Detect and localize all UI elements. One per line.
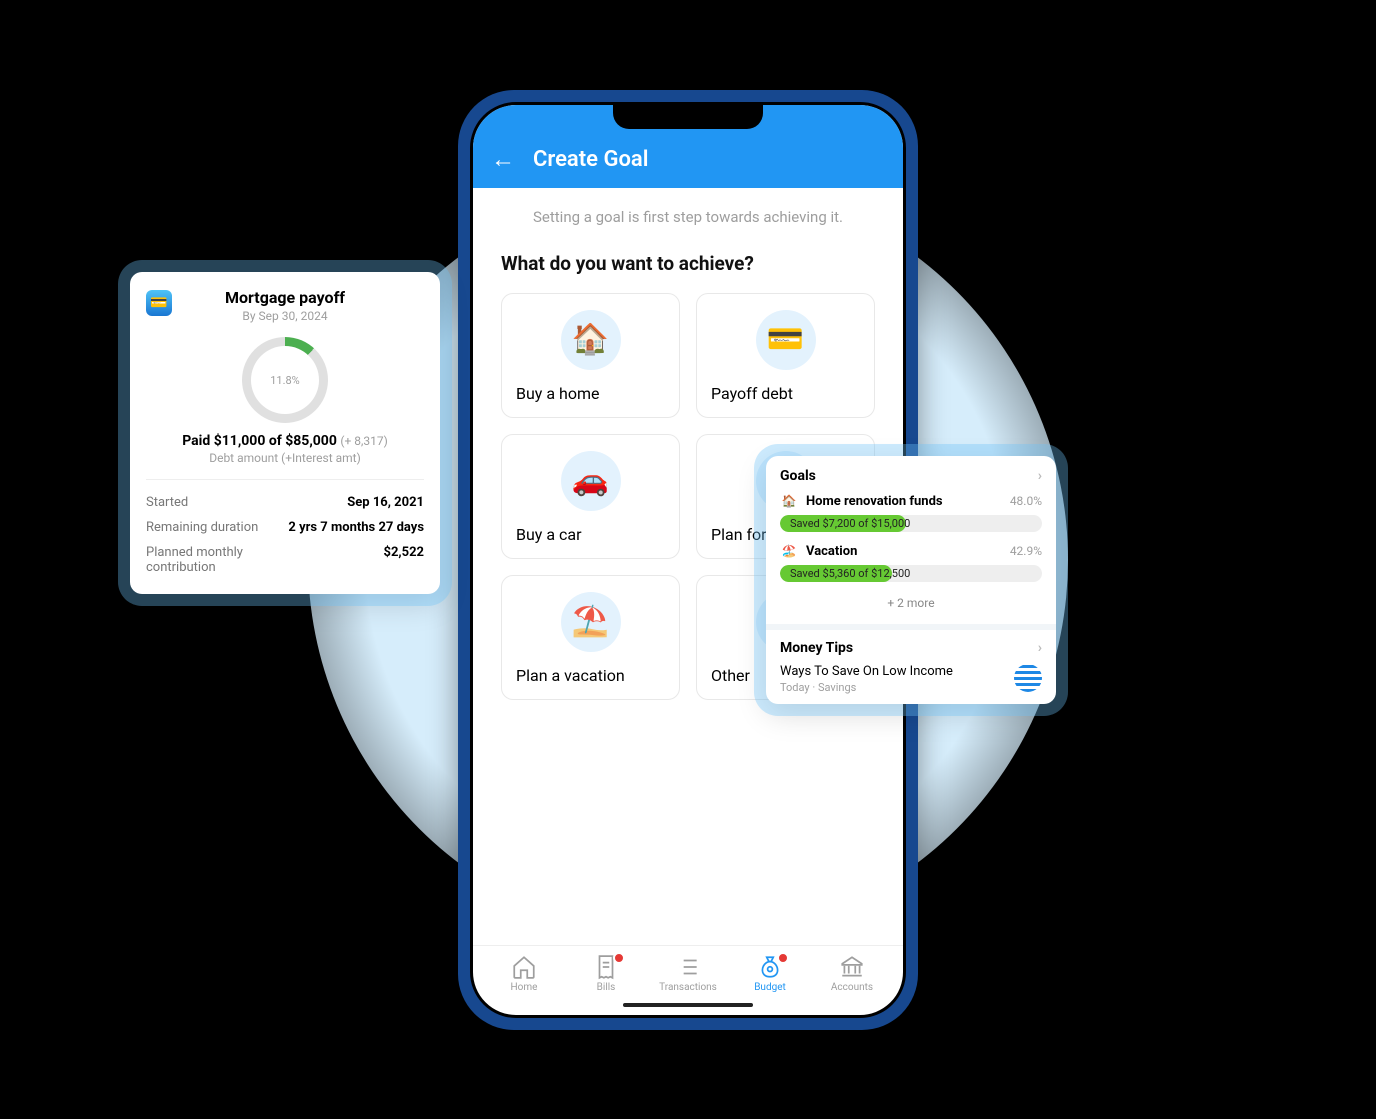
nav-home[interactable]: Home [489, 954, 559, 993]
goals-summary-card[interactable]: Goals › 🏠 Home renovation funds 48.0% Sa… [766, 456, 1056, 704]
nav-label: Accounts [831, 982, 873, 993]
mortgage-by-date: By Sep 30, 2024 [146, 309, 424, 323]
credit-card-icon: 💳 [146, 290, 172, 316]
chevron-right-icon: › [1038, 468, 1042, 484]
goal-label: Buy a car [516, 525, 665, 544]
progress-text: Saved $7,200 of $15,000 [790, 515, 910, 532]
question-heading: What do you want to achieve? [501, 252, 875, 275]
progress-bar: Saved $7,200 of $15,000 [780, 515, 1042, 532]
chevron-right-icon: › [1038, 640, 1042, 656]
goal-label: Payoff debt [711, 384, 860, 403]
debt-note: Debt amount (+Interest amt) [146, 451, 424, 465]
home-icon [511, 954, 537, 980]
nav-bills[interactable]: Bills [571, 954, 641, 993]
goal-label: Plan a vacation [516, 666, 665, 685]
goal-label: Buy a home [516, 384, 665, 403]
subtitle-text: Setting a goal is first step towards ach… [501, 208, 875, 226]
goals-header[interactable]: Goals › [780, 468, 1042, 484]
nav-label: Budget [754, 982, 786, 993]
goal-vacation[interactable]: ⛱️ Plan a vacation [501, 575, 680, 700]
money-tip-row[interactable]: Ways To Save On Low Income Today · Savin… [780, 664, 1042, 694]
detail-row: Started Sep 16, 2021 [146, 490, 424, 515]
house-icon: 🏠 [780, 492, 798, 510]
bank-icon [839, 954, 865, 980]
phone-notch [613, 105, 763, 129]
page-title: Create Goal [533, 147, 648, 172]
back-arrow-icon[interactable]: ← [491, 145, 515, 174]
goal-payoff-debt[interactable]: 💳 Payoff debt [696, 293, 875, 418]
goal-name: Home renovation funds [806, 494, 1002, 509]
house-icon: 🏠 [561, 310, 621, 370]
mortgage-title: Mortgage payoff [146, 288, 424, 307]
tip-thumbnail-icon [1014, 664, 1042, 692]
nav-label: Home [511, 982, 538, 993]
more-goals-link[interactable]: + 2 more [780, 592, 1042, 616]
goal-summary-row[interactable]: 🏖️ Vacation 42.9% Saved $5,360 of $12,50… [780, 542, 1042, 582]
progress-text: Saved $5,360 of $12,500 [790, 565, 910, 582]
nav-budget[interactable]: Budget [735, 954, 805, 993]
paid-line: Paid $11,000 of $85,000 (+ 8,317) [146, 433, 424, 449]
beach-icon: 🏖️ [780, 542, 798, 560]
progress-bar: Saved $5,360 of $12,500 [780, 565, 1042, 582]
tips-header[interactable]: Money Tips › [780, 640, 1042, 656]
tip-title: Ways To Save On Low Income [780, 664, 953, 679]
nav-transactions[interactable]: Transactions [653, 954, 723, 993]
goal-buy-home[interactable]: 🏠 Buy a home [501, 293, 680, 418]
progress-percent: 11.8% [270, 374, 300, 387]
umbrella-icon: ⛱️ [561, 592, 621, 652]
notification-badge [777, 952, 789, 964]
goal-buy-car[interactable]: 🚗 Buy a car [501, 434, 680, 559]
list-icon [675, 954, 701, 980]
notification-badge [613, 952, 625, 964]
goal-name: Vacation [806, 544, 1002, 559]
goal-percent: 48.0% [1010, 494, 1042, 508]
detail-row: Remaining duration 2 yrs 7 months 27 day… [146, 515, 424, 540]
detail-row: Planned monthly contribution $2,522 [146, 540, 424, 580]
mortgage-details: Started Sep 16, 2021 Remaining duration … [146, 479, 424, 580]
credit-card-icon: 💳 [756, 310, 816, 370]
mortgage-payoff-card[interactable]: 💳 Mortgage payoff By Sep 30, 2024 11.8% … [130, 272, 440, 594]
home-indicator [623, 1003, 753, 1007]
progress-ring: 11.8% [242, 337, 328, 423]
tip-meta: Today · Savings [780, 681, 953, 694]
nav-accounts[interactable]: Accounts [817, 954, 887, 993]
goal-percent: 42.9% [1010, 544, 1042, 558]
nav-label: Bills [597, 982, 616, 993]
car-icon: 🚗 [561, 451, 621, 511]
nav-label: Transactions [659, 982, 717, 993]
goal-summary-row[interactable]: 🏠 Home renovation funds 48.0% Saved $7,2… [780, 492, 1042, 532]
